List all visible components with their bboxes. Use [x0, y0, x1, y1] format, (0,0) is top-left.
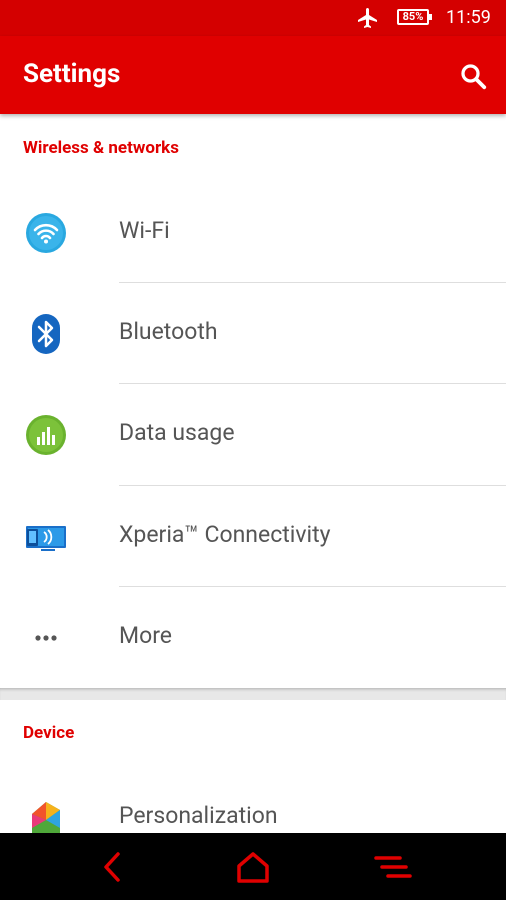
clock: 11:59 [446, 7, 491, 28]
section-header-wireless: Wireless & networks [23, 138, 179, 158]
battery-level: 85% [402, 10, 424, 23]
settings-item-label: Wi-Fi [119, 217, 170, 244]
wifi-icon [26, 213, 66, 253]
airplane-mode-icon [358, 8, 377, 28]
status-bar: 85% 11:59 [0, 0, 506, 36]
battery-icon: 85% [397, 9, 432, 25]
xperia-connectivity-icon [26, 526, 66, 551]
settings-item-xperia-connectivity[interactable]: Xperia™ Connectivity [0, 486, 506, 587]
section-header-device: Device [23, 723, 75, 743]
bluetooth-icon [32, 314, 60, 354]
settings-item-label: Xperia™ Connectivity [119, 521, 331, 548]
app-bar: Settings [0, 36, 506, 114]
back-icon[interactable] [92, 849, 132, 885]
settings-item-wifi[interactable]: Wi-Fi [0, 182, 506, 283]
data-usage-icon [26, 415, 66, 455]
settings-item-label: Data usage [119, 419, 235, 446]
settings-item-label: More [119, 622, 172, 649]
home-icon[interactable] [233, 849, 273, 885]
page-title: Settings [23, 59, 121, 89]
search-icon[interactable] [458, 61, 488, 91]
settings-item-label: Personalization [119, 802, 278, 829]
recents-icon[interactable] [372, 849, 412, 885]
settings-item-data-usage[interactable]: Data usage [0, 384, 506, 485]
settings-item-label: Bluetooth [119, 318, 218, 345]
navigation-bar [0, 833, 506, 900]
more-icon [35, 635, 57, 641]
section-separator [0, 688, 506, 700]
settings-item-more[interactable]: More [0, 587, 506, 688]
settings-item-bluetooth[interactable]: Bluetooth [0, 283, 506, 384]
